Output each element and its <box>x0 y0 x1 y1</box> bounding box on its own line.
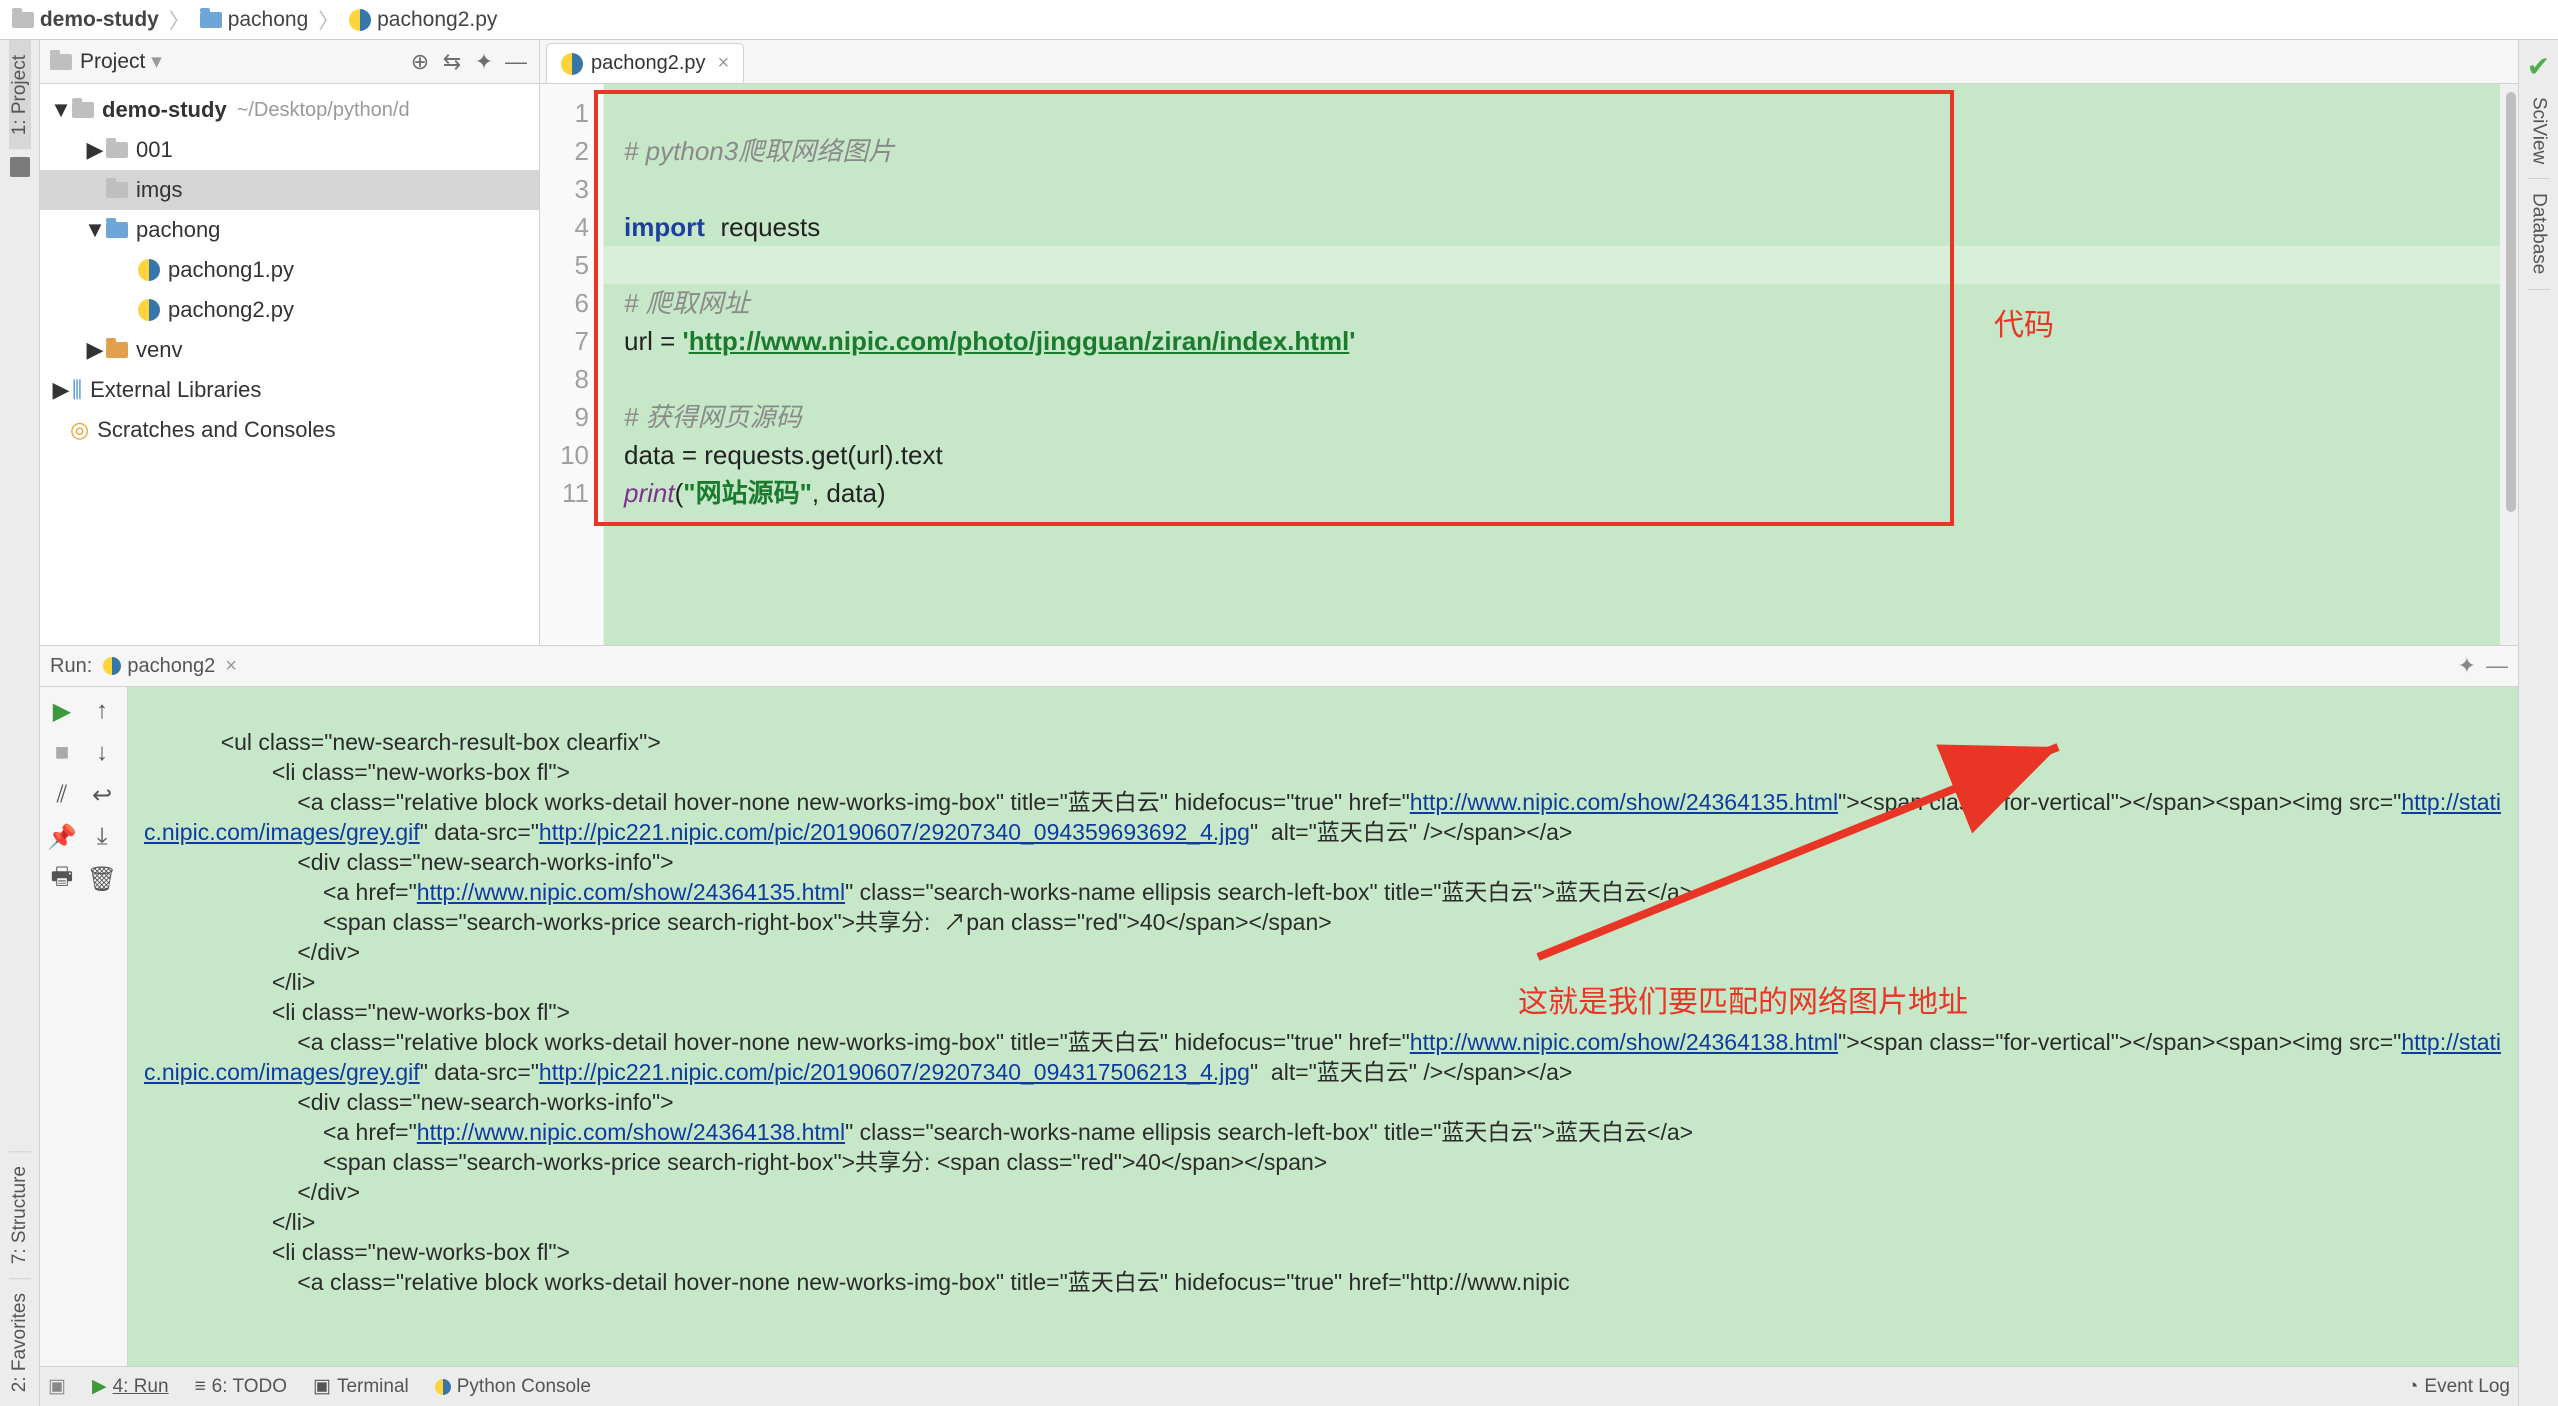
editor-tabs: pachong2.py× <box>540 40 2518 84</box>
tab-project[interactable]: 1: Project <box>9 40 31 149</box>
tree-file-pachong2[interactable]: pachong2.py <box>40 290 539 330</box>
folder-icon <box>106 342 128 358</box>
folder-icon <box>50 54 72 70</box>
tree-folder-venv[interactable]: ▶venv <box>40 330 539 370</box>
left-tool-gutter: 1: Project 7: Structure 2: Favorites <box>0 40 40 1406</box>
trash-button[interactable]: 🗑 <box>86 863 118 895</box>
breadcrumb-root[interactable]: demo-study <box>6 8 165 32</box>
project-title[interactable]: Project ▾ <box>50 49 401 74</box>
right-tool-gutter: ✔ SciView Database <box>2518 40 2558 1406</box>
output-link[interactable]: http://www.nipic.com/show/24364135.html <box>417 879 845 905</box>
breadcrumb-dir[interactable]: pachong <box>194 8 314 32</box>
up-button[interactable]: ↑ <box>86 695 118 727</box>
pin-button[interactable]: 📌 <box>46 821 78 853</box>
layout-button[interactable]: ⫽ <box>46 779 78 811</box>
bookmark-icon[interactable] <box>10 157 30 177</box>
output-link[interactable]: http://www.nipic.com/show/24364138.html <box>417 1119 845 1145</box>
run-output[interactable]: <ul class="new-search-result-box clearfi… <box>128 687 2518 1366</box>
folder-icon <box>106 222 128 238</box>
scratch-icon: ◎ <box>70 417 89 443</box>
run-tool-window: ▶ ↑ ■ ↓ ⫽ ↩ 📌 ⤓ 🖶 🗑 <ul class="new-searc… <box>40 687 2518 1366</box>
print-button[interactable]: 🖶 <box>46 863 78 895</box>
python-file-icon <box>138 299 160 321</box>
python-file-icon <box>349 9 371 31</box>
hide-icon[interactable]: — <box>2486 653 2508 679</box>
tree-root[interactable]: ▼demo-study~/Desktop/python/d <box>40 90 539 130</box>
tab-python-console[interactable]: Python Console <box>435 1376 591 1398</box>
project-tool-window: Project ▾ ⊕ ⇆ ✦ — ▼demo-study~/Desktop/p… <box>40 40 540 645</box>
tree-file-pachong1[interactable]: pachong1.py <box>40 250 539 290</box>
project-header: Project ▾ ⊕ ⇆ ✦ — <box>40 40 539 84</box>
run-toolbar: ▶ ↑ ■ ↓ ⫽ ↩ 📌 ⤓ 🖶 🗑 <box>40 687 128 1366</box>
gear-icon[interactable]: ✦ <box>2458 653 2476 679</box>
gear-icon[interactable]: ✦ <box>471 49 497 75</box>
tree-scratches[interactable]: ◎Scratches and Consoles <box>40 410 539 450</box>
editor-body[interactable]: 1234567891011 # python3爬取网络图片 import req… <box>540 84 2518 645</box>
editor-tab[interactable]: pachong2.py× <box>546 43 744 83</box>
stop-button[interactable]: ■ <box>46 737 78 769</box>
breadcrumb-file[interactable]: pachong2.py <box>343 8 503 32</box>
breadcrumb-sep: 〉 <box>165 5 194 35</box>
output-link[interactable]: http://pic221.nipic.com/pic/20190607/292… <box>539 1059 1250 1085</box>
hide-icon[interactable]: — <box>503 49 529 75</box>
close-icon[interactable]: × <box>718 52 730 75</box>
folder-icon <box>12 12 34 28</box>
editor-area: pachong2.py× 1234567891011 # python3爬取网络… <box>540 40 2518 645</box>
output-link[interactable]: http://www.nipic.com/show/24364135.html <box>1410 789 1838 815</box>
inspection-ok-icon[interactable]: ✔ <box>2527 40 2550 83</box>
folder-icon <box>200 12 222 28</box>
main-area: Project ▾ ⊕ ⇆ ✦ — ▼demo-study~/Desktop/p… <box>40 40 2518 1366</box>
tree-folder-pachong[interactable]: ▼pachong <box>40 210 539 250</box>
tab-favorites[interactable]: 2: Favorites <box>9 1278 31 1406</box>
status-bar: ▣ ▶4: Run ≡6: TODO ▣Terminal Python Cons… <box>40 1366 2518 1406</box>
tab-structure[interactable]: 7: Structure <box>9 1151 31 1278</box>
close-icon[interactable]: × <box>225 655 237 678</box>
tree-folder-001[interactable]: ▶001 <box>40 130 539 170</box>
editor-scrollbar[interactable] <box>2500 84 2518 645</box>
run-header: Run: pachong2 × ✦ — <box>40 645 2518 687</box>
scroll-end-button[interactable]: ⤓ <box>86 821 118 853</box>
breadcrumb: demo-study 〉 pachong 〉 pachong2.py <box>0 0 2558 40</box>
folder-icon <box>106 142 128 158</box>
annotation-label-code: 代码 <box>1994 300 2054 344</box>
down-button[interactable]: ↓ <box>86 737 118 769</box>
output-text[interactable]: <ul class="new-search-result-box clearfi… <box>128 687 2518 1337</box>
run-config-name[interactable]: pachong2 <box>127 655 215 678</box>
tree-external-libs[interactable]: ▶⫼External Libraries <box>40 370 539 410</box>
folder-icon <box>106 182 128 198</box>
rerun-button[interactable]: ▶ <box>46 695 78 727</box>
annotation-label-img-addr: 这就是我们要匹配的网络图片地址 <box>1518 977 1968 1021</box>
run-label: Run: <box>50 655 92 678</box>
soft-wrap-button[interactable]: ↩ <box>86 779 118 811</box>
python-file-icon <box>103 657 121 675</box>
folder-icon <box>72 102 94 118</box>
tab-run[interactable]: ▶4: Run <box>92 1375 169 1398</box>
library-icon: ⫼ <box>72 377 82 403</box>
project-tree[interactable]: ▼demo-study~/Desktop/python/d ▶001 imgs … <box>40 84 539 645</box>
python-file-icon <box>561 53 583 75</box>
line-number-gutter: 1234567891011 <box>540 84 604 645</box>
output-link[interactable]: http://pic221.nipic.com/pic/20190607/292… <box>539 819 1250 845</box>
tab-terminal[interactable]: ▣Terminal <box>313 1375 409 1398</box>
event-log[interactable]: ◔Event Log <box>2407 1376 2510 1398</box>
tree-folder-imgs[interactable]: imgs <box>40 170 539 210</box>
locate-icon[interactable]: ⊕ <box>407 49 433 75</box>
tab-todo[interactable]: ≡6: TODO <box>195 1376 287 1398</box>
python-file-icon <box>138 259 160 281</box>
code-column[interactable]: # python3爬取网络图片 import requests # 爬取网址 u… <box>604 84 2518 645</box>
output-link[interactable]: http://www.nipic.com/show/24364138.html <box>1410 1029 1838 1055</box>
tab-sciview[interactable]: SciView <box>2528 83 2550 179</box>
python-file-icon <box>435 1379 451 1395</box>
code-lines[interactable]: # python3爬取网络图片 import requests # 爬取网址 u… <box>604 84 2518 522</box>
breadcrumb-sep: 〉 <box>314 5 343 35</box>
show-tool-windows-icon[interactable]: ▣ <box>48 1375 66 1398</box>
collapse-icon[interactable]: ⇆ <box>439 49 465 75</box>
tab-database[interactable]: Database <box>2528 179 2550 289</box>
